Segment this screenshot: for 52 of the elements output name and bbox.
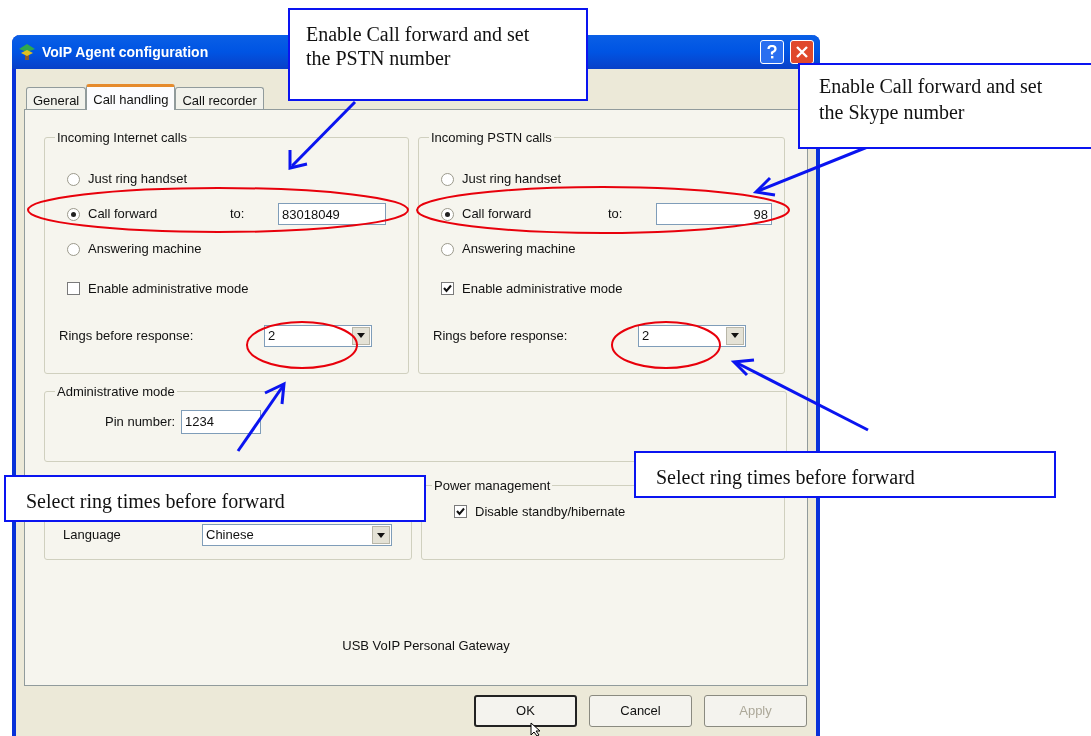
checkbox[interactable] bbox=[454, 504, 467, 518]
checkbox[interactable] bbox=[67, 282, 80, 295]
close-button[interactable] bbox=[790, 40, 814, 64]
product-name: USB VoIP Personal Gateway bbox=[342, 637, 510, 655]
forward-label: to: bbox=[230, 205, 246, 224]
tab[interactable]: Call handling bbox=[86, 84, 176, 110]
radio-label[interactable]: Just ring handset bbox=[462, 169, 580, 189]
group-title: Power management bbox=[433, 477, 552, 495]
window-title: VoIP Agent configuration bbox=[42, 42, 209, 62]
dropdown-field[interactable]: 2 bbox=[638, 324, 746, 347]
group-title: Incoming Internet calls bbox=[56, 129, 189, 147]
radio-label[interactable]: Call forward bbox=[462, 204, 580, 224]
dialog-button[interactable]: OK bbox=[474, 695, 577, 727]
callout-text: Enable Call forward and set the PSTN number bbox=[306, 23, 530, 69]
checkbox-label[interactable]: Enable administrative mode bbox=[88, 278, 249, 299]
callout-text: Select ring times before forward bbox=[656, 466, 915, 488]
radio-button[interactable] bbox=[441, 207, 454, 221]
radio-button[interactable] bbox=[67, 172, 80, 186]
dialog-button[interactable]: Cancel bbox=[589, 695, 692, 727]
radio-button[interactable] bbox=[441, 172, 454, 186]
pin-number-field[interactable]: 1234 bbox=[181, 409, 262, 434]
radio-button[interactable] bbox=[67, 242, 80, 256]
forward-number-field[interactable]: 83018049 bbox=[278, 203, 386, 225]
radio-label[interactable]: Call forward bbox=[88, 204, 206, 224]
group-title: Incoming PSTN calls bbox=[430, 129, 553, 147]
checkbox-label[interactable]: Disable standby/hibernate bbox=[475, 501, 626, 521]
forward-number-field[interactable]: 98 bbox=[656, 203, 772, 225]
tab[interactable]: Call recorder bbox=[175, 87, 264, 109]
radio-button[interactable] bbox=[441, 242, 454, 256]
checkbox[interactable] bbox=[441, 282, 454, 295]
checkbox-label[interactable]: Enable administrative mode bbox=[462, 278, 623, 299]
mouse-pointer-icon bbox=[530, 722, 542, 736]
app-icon bbox=[18, 43, 36, 61]
help-button[interactable] bbox=[760, 40, 784, 64]
pin-label: Pin number: bbox=[105, 412, 176, 431]
tab[interactable]: General bbox=[26, 87, 87, 109]
radio-label[interactable]: Just ring handset bbox=[88, 169, 206, 189]
radio-label[interactable]: Answering machine bbox=[462, 239, 580, 259]
callout-text: Enable Call forward and set the Skype number bbox=[819, 75, 1043, 123]
radio-button[interactable] bbox=[67, 207, 80, 221]
dropdown-field[interactable]: 2 bbox=[264, 324, 372, 347]
language-label: Language bbox=[63, 526, 122, 545]
question-mark-icon bbox=[767, 45, 777, 59]
dropdown-field[interactable]: Chinese bbox=[202, 524, 392, 546]
rings-label: Rings before response: bbox=[59, 326, 195, 345]
callout-text: Select ring times before forward bbox=[26, 490, 285, 512]
rings-label: Rings before response: bbox=[433, 326, 569, 345]
pointer-arrow bbox=[236, 381, 286, 452]
forward-label: to: bbox=[608, 205, 624, 224]
group-title: Administrative mode bbox=[56, 383, 176, 401]
radio-label[interactable]: Answering machine bbox=[88, 239, 206, 259]
close-icon bbox=[796, 46, 808, 58]
